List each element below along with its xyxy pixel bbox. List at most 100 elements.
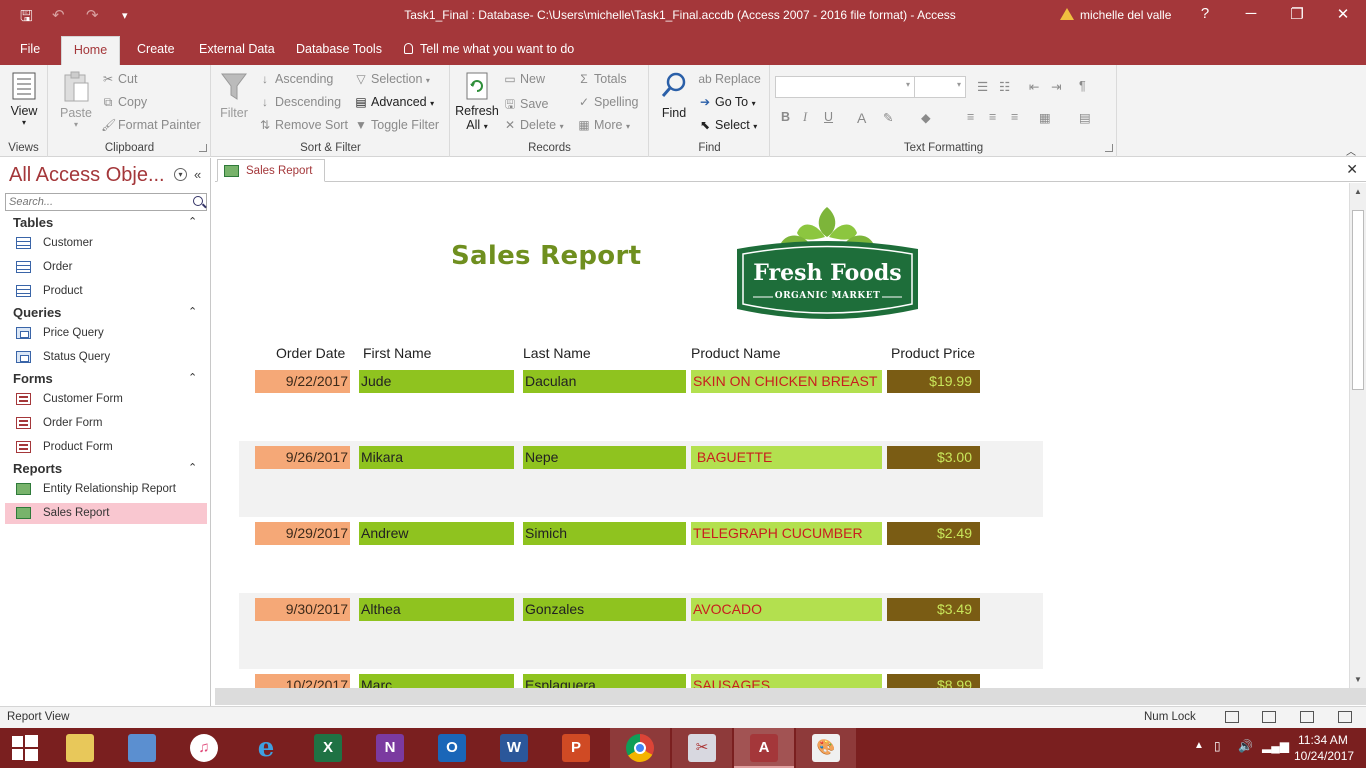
spelling-button[interactable]: ✓ Spelling <box>577 95 639 109</box>
tell-me-search[interactable]: Tell me what you want to do <box>404 32 574 66</box>
vertical-scrollbar[interactable]: ▲ ▼ <box>1349 183 1366 688</box>
taskbar-paint[interactable]: 🎨 <box>796 728 856 768</box>
nav-pane-title[interactable]: All Access Obje... <box>9 164 165 187</box>
taskbar-chrome[interactable] <box>610 728 670 768</box>
start-button[interactable] <box>0 728 50 768</box>
collapse-forms-icon[interactable]: ⌃ <box>188 371 197 384</box>
nav-item-product-form[interactable]: Product Form <box>5 437 207 458</box>
numbering-icon[interactable]: ☷ <box>999 79 1010 94</box>
undo-icon[interactable]: ↶ <box>52 6 65 24</box>
network-icon[interactable]: ▂▄▆ <box>1262 739 1289 753</box>
category-reports[interactable]: Reports ⌃ <box>13 461 197 476</box>
taskbar-onenote[interactable]: N <box>360 728 420 768</box>
align-center-icon[interactable]: ≡ <box>989 110 996 124</box>
taskbar-itunes[interactable]: ♫ <box>174 728 234 768</box>
tab-sales-report[interactable]: Sales Report <box>217 159 326 182</box>
goto-button[interactable]: ➔ Go To ▾ <box>698 95 756 109</box>
replace-button[interactable]: ab Replace <box>698 72 761 86</box>
refresh-all-button[interactable]: Refresh All ▾ <box>455 71 499 132</box>
customize-toolbar-icon[interactable]: ▾ <box>122 9 128 22</box>
increase-indent-icon[interactable]: ⇥ <box>1051 79 1061 94</box>
remove-sort-button[interactable]: ⇅ Remove Sort <box>258 118 348 132</box>
ascending-button[interactable]: ↓ Ascending <box>258 72 333 86</box>
nav-item-price-query[interactable]: Price Query <box>5 323 207 344</box>
find-button[interactable]: Find <box>656 71 692 120</box>
close-document-icon[interactable]: ✕ <box>1346 161 1358 178</box>
paste-button[interactable]: Paste ▾ <box>57 71 95 129</box>
close-button[interactable]: ✕ <box>1328 5 1358 23</box>
taskbar-outlook[interactable]: O <box>422 728 482 768</box>
clock-date[interactable]: 10/24/2017 <box>1294 749 1354 763</box>
collapse-tables-icon[interactable]: ⌃ <box>188 215 197 228</box>
totals-button[interactable]: Σ Totals <box>577 72 626 86</box>
nav-item-status-query[interactable]: Status Query <box>5 347 207 368</box>
select-button[interactable]: ⬉ Select ▾ <box>698 118 757 132</box>
underline-button[interactable]: U <box>824 110 833 124</box>
paragraph-icon[interactable]: ¶ <box>1079 79 1086 93</box>
nav-item-order-form[interactable]: Order Form <box>5 413 207 434</box>
print-preview-icon[interactable] <box>1262 711 1276 723</box>
align-left-icon[interactable]: ≡ <box>967 110 974 124</box>
fill-color-icon[interactable]: ◆ <box>921 110 931 125</box>
font-color-button[interactable]: A <box>857 110 866 126</box>
layout-view-icon[interactable] <box>1300 711 1314 723</box>
delete-record-button[interactable]: ✕ Delete ▾ <box>503 118 564 132</box>
tab-file[interactable]: File <box>10 32 50 65</box>
nav-item-order[interactable]: Order <box>5 257 207 278</box>
toggle-filter-button[interactable]: ▼ Toggle Filter <box>354 118 439 132</box>
tab-external-data[interactable]: External Data <box>189 32 285 65</box>
taskbar-access[interactable]: A <box>734 728 794 768</box>
gridlines-icon[interactable]: ▤ <box>1079 110 1091 125</box>
category-queries[interactable]: Queries ⌃ <box>13 305 197 320</box>
redo-icon[interactable]: ↷ <box>86 6 99 24</box>
clipboard-launcher-icon[interactable] <box>199 144 207 152</box>
filter-button[interactable]: Filter <box>218 71 250 120</box>
save-icon[interactable]: 🖫 <box>20 6 33 31</box>
scroll-down-icon[interactable]: ▼ <box>1354 675 1362 684</box>
scroll-up-icon[interactable]: ▲ <box>1354 187 1362 196</box>
tab-database-tools[interactable]: Database Tools <box>286 32 392 65</box>
volume-icon[interactable]: 🔊 <box>1238 739 1253 753</box>
format-painter-button[interactable]: 🖌 Format Painter <box>101 118 201 132</box>
font-size-dropdown[interactable]: ▾ <box>914 76 966 98</box>
text-formatting-launcher-icon[interactable] <box>1105 144 1113 152</box>
highlight-icon[interactable]: ✎ <box>883 110 893 125</box>
nav-menu-icon[interactable]: ▾ <box>174 168 187 181</box>
bold-button[interactable]: B <box>781 110 790 124</box>
collapse-reports-icon[interactable]: ⌃ <box>188 461 197 474</box>
search-icon[interactable] <box>193 196 203 206</box>
clock-time[interactable]: 11:34 AM <box>1298 733 1348 747</box>
advanced-button[interactable]: ▤ Advanced ▾ <box>354 95 434 109</box>
restore-button[interactable]: ❐ <box>1282 5 1312 23</box>
copy-button[interactable]: ⧉ Copy <box>101 95 147 110</box>
tab-home[interactable]: Home <box>61 36 120 65</box>
nav-item-customer[interactable]: Customer <box>5 233 207 254</box>
cut-button[interactable]: ✂ Cut <box>101 72 137 86</box>
taskbar-powerpoint[interactable]: P <box>546 728 606 768</box>
category-forms[interactable]: Forms ⌃ <box>13 371 197 386</box>
nav-item-entity-relationship-report[interactable]: Entity Relationship Report <box>5 479 207 500</box>
collapse-queries-icon[interactable]: ⌃ <box>188 305 197 318</box>
help-button[interactable]: ? <box>1190 5 1220 22</box>
view-button[interactable]: View ▾ <box>6 71 42 127</box>
selection-button[interactable]: ▽ Selection ▾ <box>354 72 430 86</box>
taskbar-snipping-tool[interactable]: ✂ <box>672 728 732 768</box>
taskbar-internet-explorer[interactable]: e <box>236 728 296 768</box>
show-hidden-icons[interactable]: ▲ <box>1194 740 1204 751</box>
bullets-icon[interactable]: ☰ <box>977 79 988 94</box>
tab-create[interactable]: Create <box>127 32 185 65</box>
design-view-icon[interactable] <box>1338 711 1352 723</box>
category-tables[interactable]: Tables ⌃ <box>13 215 197 230</box>
shutter-bar-close-icon[interactable]: « <box>194 167 201 182</box>
nav-item-product[interactable]: Product <box>5 281 207 302</box>
align-right-icon[interactable]: ≡ <box>1011 110 1018 124</box>
nav-search-input[interactable] <box>6 194 186 210</box>
nav-item-customer-form[interactable]: Customer Form <box>5 389 207 410</box>
alternate-row-icon[interactable]: ▦ <box>1039 110 1051 125</box>
font-name-dropdown[interactable]: ▾ <box>775 76 915 98</box>
italic-button[interactable]: I <box>803 110 807 125</box>
descending-button[interactable]: ↓ Descending <box>258 95 341 109</box>
taskbar-control-panel[interactable] <box>112 728 172 768</box>
taskbar-excel[interactable]: X <box>298 728 358 768</box>
minimize-button[interactable]: ─ <box>1236 5 1266 22</box>
